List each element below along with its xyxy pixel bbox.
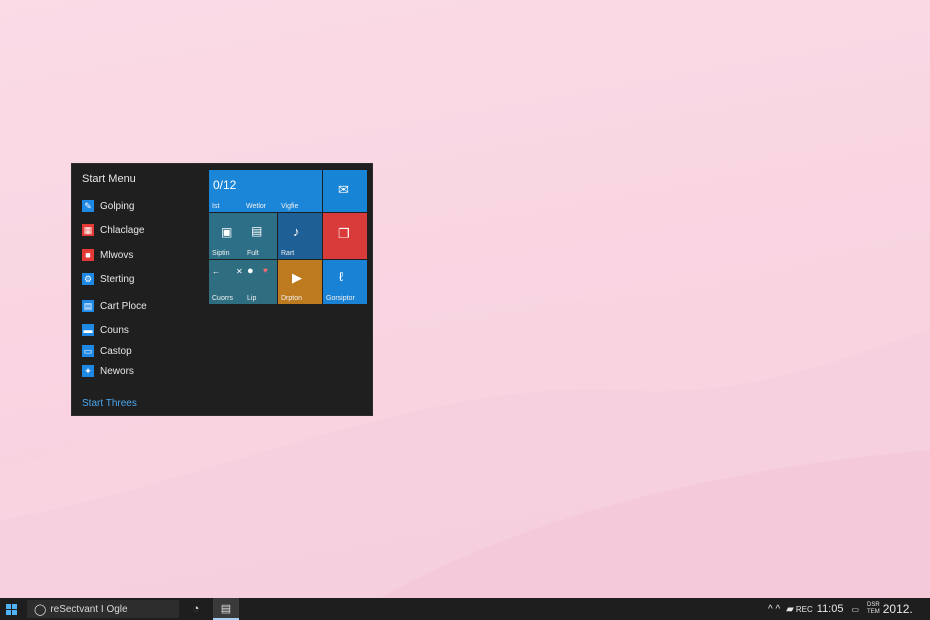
app-list-item[interactable]: ✎ Golping: [82, 198, 134, 214]
tile-label: Drpton: [281, 295, 303, 302]
taskbar-app-store[interactable]: ▤: [213, 598, 239, 620]
bird-icon: ✦: [82, 365, 94, 377]
clock-time[interactable]: 11:05: [817, 603, 844, 615]
app-list-item-label: Sterting: [100, 273, 135, 285]
tile-label: Vigfie: [281, 203, 299, 210]
browser-tile[interactable]: ℓ Gorsiptor: [323, 260, 367, 304]
weather-tile[interactable]: 0/12 Ist Wetlor Vigfie: [209, 170, 322, 212]
app-list-item-label: Cart Ploce: [100, 300, 147, 312]
tile-label: Gorsiptor: [326, 295, 355, 302]
tools-icon: ✕: [236, 267, 243, 276]
app-list-item[interactable]: ▬ Couns: [82, 322, 129, 338]
calendar-icon: ▦: [82, 224, 94, 236]
mail-tile[interactable]: ✉: [323, 170, 367, 212]
app-list-item-label: Chlaclage: [100, 224, 145, 236]
play-icon: ▶: [292, 270, 302, 285]
media-icon: ■: [82, 249, 94, 261]
tile-label: Lip: [247, 295, 257, 302]
book-icon: ▤: [251, 224, 263, 238]
bag-icon: ▣: [221, 225, 233, 239]
network-icon[interactable]: ▰: [786, 604, 794, 615]
heart-icon: ♥: [263, 266, 268, 275]
search-icon: ◯: [34, 603, 47, 616]
app-list-item[interactable]: ▭ Castop: [82, 343, 132, 359]
clock-year[interactable]: 2012.: [883, 602, 913, 616]
settings-icon: ⚙: [82, 273, 94, 285]
app-list-item-label: Couns: [100, 324, 129, 336]
task-view-button[interactable]: ◔: [183, 598, 209, 620]
photos-tile[interactable]: ▶ Drpton: [278, 260, 322, 304]
office-icon: ❐: [338, 226, 350, 241]
tile-label: Fult: [247, 250, 259, 257]
ball-icon: ●: [247, 265, 254, 277]
all-apps-link[interactable]: Start Threes: [82, 398, 137, 409]
start-menu-title: Start Menu: [82, 173, 136, 185]
tile-label: Ist: [212, 203, 220, 210]
app-list-item[interactable]: ⚙ Sterting: [82, 271, 134, 287]
notification-icon[interactable]: ▭: [851, 605, 859, 614]
music-icon: ♪: [293, 224, 300, 239]
date-top: DSR: [867, 602, 880, 608]
app-list-item[interactable]: ✦ Newors: [82, 363, 134, 379]
search-box[interactable]: ◯ reSectvant I Ogle: [27, 600, 179, 618]
language-indicator[interactable]: REC: [796, 605, 813, 614]
start-menu: Start Menu ✎ Golping ▦ Chlaclage ■ Mlwov…: [71, 163, 373, 416]
games-tile[interactable]: ← ✕ ● ♥ Cuorrs Lip: [209, 260, 277, 304]
pen-icon: ✎: [82, 200, 94, 212]
tile-label: Wetlor: [246, 203, 267, 210]
tray-chevron-icon[interactable]: ^ ^: [768, 604, 780, 615]
app-list-item-label: Castop: [100, 345, 132, 357]
app-list-item[interactable]: ■ Mlwovs: [82, 247, 133, 263]
store-tile[interactable]: ▣ ▤ Siptin Fult: [209, 213, 277, 259]
windows-logo-icon: [5, 603, 17, 615]
tile-label: Siptin: [212, 250, 230, 257]
clock-date[interactable]: DSR TEM: [867, 602, 880, 616]
taskbar: ◯ reSectvant I Ogle ◔ ▤ ^ ^ ▰ REC 11:05 …: [0, 598, 930, 620]
app-list-item[interactable]: ▦ Chlaclage: [82, 222, 144, 238]
document-icon: ▤: [82, 300, 94, 312]
tile-date: 0/12: [213, 178, 237, 192]
system-tray: ^ ^ ▰ REC 11:05 ▭ DSR TEM 2012.: [768, 598, 913, 620]
music-tile[interactable]: ♪ Rart: [278, 213, 322, 259]
date-bottom: TEM: [867, 609, 880, 615]
link-icon: ℓ: [339, 269, 344, 284]
folder-icon: ▬: [82, 324, 94, 336]
arrow-icon: ←: [212, 267, 220, 276]
tile-label: Rart: [281, 250, 295, 257]
app-list-item-label: Mlwovs: [100, 249, 134, 261]
tile-label: Cuorrs: [212, 295, 234, 302]
app-list-item-label: Golping: [100, 200, 135, 212]
office-tile[interactable]: ❐: [323, 213, 367, 259]
store-icon: ▤: [220, 602, 232, 615]
live-tiles: 0/12 Ist Wetlor Vigfie ✉ ▣ ▤ Siptin Fult…: [209, 170, 367, 304]
task-view-icon: ◔: [192, 603, 200, 615]
search-text: reSectvant I Ogle: [50, 603, 128, 615]
chat-icon: ▭: [82, 345, 94, 357]
app-list-item-label: Newors: [100, 365, 134, 377]
start-button[interactable]: [0, 598, 22, 620]
app-list-item[interactable]: ▤ Cart Ploce: [82, 298, 147, 314]
mail-icon: ✉: [338, 182, 349, 197]
